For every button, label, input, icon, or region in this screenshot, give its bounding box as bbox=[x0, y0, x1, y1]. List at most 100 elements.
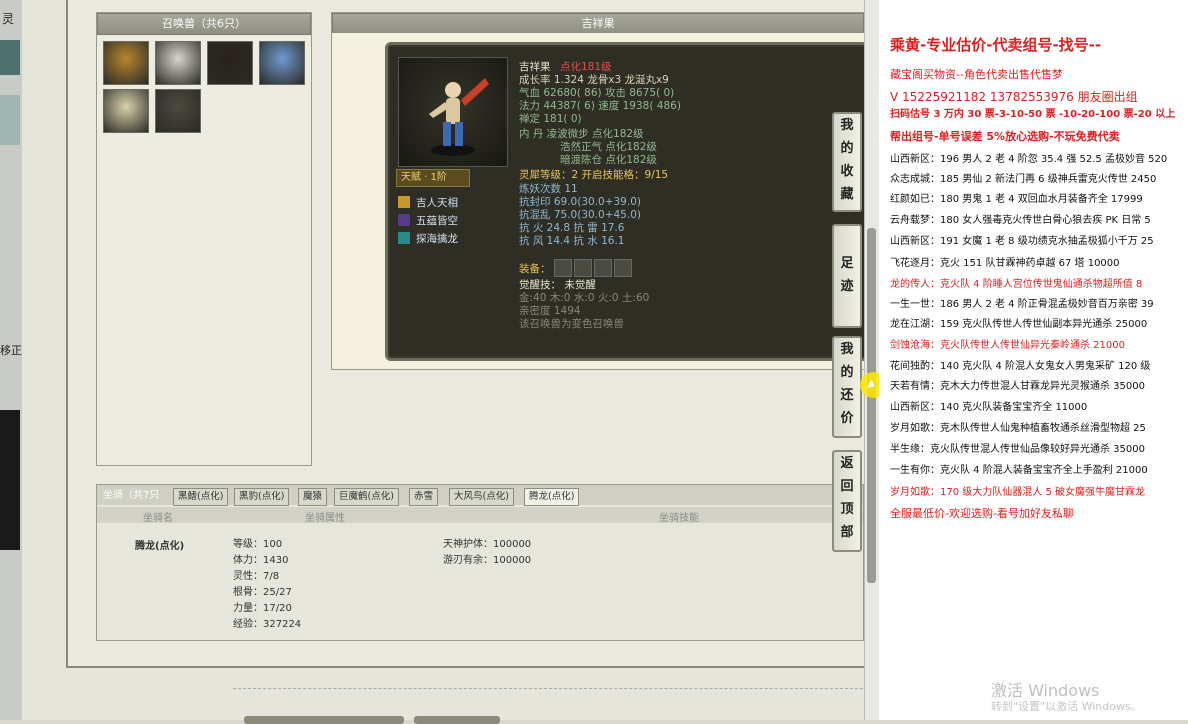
equip-slot[interactable] bbox=[614, 259, 632, 277]
strip-title: 灵 bbox=[2, 12, 15, 26]
mount-tab[interactable]: 黑豹(点化) bbox=[234, 488, 290, 506]
document-line: 龙在江湖：159 克火队传世人传世仙副本异光通杀 25000 bbox=[890, 319, 1148, 330]
footprint-button[interactable]: 足迹 bbox=[832, 224, 862, 328]
pet-mp-speed: 法力 44387( 6) 速度 1938( 486) bbox=[519, 100, 681, 112]
skill-icon bbox=[398, 232, 410, 244]
document-line: 帮出组号-单号误差 5%放心选购-不玩免费代卖 bbox=[890, 130, 1120, 143]
skill-item[interactable]: 五蕴皆空 bbox=[398, 213, 458, 228]
pet-portrait bbox=[398, 57, 508, 167]
intimacy: 亲密度 1494 bbox=[519, 305, 581, 317]
pet-info-card: 吉祥果 点化181级 成长率 1.324 龙骨x3 龙涎丸x9 气血 62680… bbox=[385, 42, 869, 361]
document-line: 龙的传人：克火队 4 阶睡人宫位传世鬼仙通杀物超所值 8 bbox=[890, 279, 1143, 290]
button-label: 我的还价 bbox=[840, 342, 854, 426]
document-line: 山西新区：196 男人 2 老 4 阶忽 35.4 强 52.5 孟极妙音 52… bbox=[890, 154, 1168, 165]
strip-dark-region bbox=[0, 410, 20, 550]
mount-tab[interactable]: 赤雪 bbox=[409, 488, 439, 506]
document-line: 剑蚀沧海：克火队传世人传世仙异光秦岭通杀 21000 bbox=[890, 340, 1125, 351]
pet-thumb[interactable] bbox=[155, 41, 201, 85]
document-line: 乘黄-专业估价-代卖组号-找号-- bbox=[890, 36, 1102, 54]
mount-tab[interactable]: 巨魔鹤(点化) bbox=[334, 488, 399, 506]
mount-name: 腾龙(点化) bbox=[135, 541, 185, 552]
pet-growth: 成长率 1.324 龙骨x3 龙涎丸x9 bbox=[519, 74, 669, 86]
left-window-strip: 灵 移正 bbox=[0, 0, 23, 720]
equip-label: 装备： bbox=[519, 263, 551, 275]
col-mount-skill: 坐骑技能 bbox=[659, 513, 699, 524]
pet-figure-icon bbox=[429, 78, 489, 156]
equip-slot[interactable] bbox=[554, 259, 572, 277]
mount-tab[interactable]: 大风鸟(点化) bbox=[449, 488, 514, 506]
divider bbox=[233, 688, 863, 690]
strip-label: 移正 bbox=[0, 344, 22, 357]
mount-count: 坐骑（共7只 bbox=[103, 490, 160, 501]
document-line: 云舟载梦：180 女人强毒克火传世白骨心狼去疾 PK 日常 5 bbox=[890, 215, 1151, 226]
pet-refine-count: 炼妖次数 11 bbox=[519, 183, 578, 195]
pet-neidan-3: 暗渡陈仓 点化182级 bbox=[560, 154, 657, 166]
pet-name: 吉祥果 bbox=[519, 61, 551, 73]
pet-list-title: 召唤兽（共6只） bbox=[97, 13, 311, 35]
document-line: 岁月如歌：170 级大力队仙器混人 5 破女魔强牛魔甘霖龙 bbox=[890, 487, 1145, 498]
pet-chan: 禅定 181( 0) bbox=[519, 113, 582, 125]
button-label: 返回顶部 bbox=[840, 456, 854, 540]
mount-tab-bar: 坐骑（共7只 黑鳍(点化) 黑豹(点化) 魔猿 巨魔鹤(点化) 赤雪 大风鸟(点… bbox=[97, 485, 863, 506]
scrollbar-thumb[interactable] bbox=[867, 228, 876, 583]
document-line: 山西新区：191 女魔 1 老 8 级功绩克水抽孟极狐小千万 25 bbox=[890, 236, 1154, 247]
document-line: 天若有情：克木大力传世混人甘霖龙异光灵猴通杀 35000 bbox=[890, 381, 1145, 392]
mount-stamina: 体力：1430 bbox=[233, 555, 289, 566]
my-counteroffer-button[interactable]: 我的还价 bbox=[832, 336, 862, 438]
document-line: 半生缘：克火队传世混人传世仙品像较好异光通杀 35000 bbox=[890, 444, 1145, 455]
pet-resist-seal: 抗封印 69.0(30.0+39.0) bbox=[519, 196, 641, 208]
mount-level: 等级：100 bbox=[233, 539, 283, 550]
awaken-skill: 觉醒技： 未觉醒 bbox=[519, 279, 596, 291]
document-line: V 15225921182 13782553976 朋友圈出组 bbox=[890, 90, 1138, 104]
text-document: 乘黄-专业估价-代卖组号-找号-- 藏宝阁买物资--角色代卖出售代售梦 V 1522… bbox=[879, 0, 1188, 720]
skill-item[interactable]: 吉人天相 bbox=[398, 195, 458, 210]
document-line: 飞花逐月：克火 151 队甘霖神药卓越 67 塔 10000 bbox=[890, 258, 1120, 269]
equip-slot[interactable] bbox=[574, 259, 592, 277]
pet-thumb[interactable] bbox=[103, 89, 149, 133]
button-label: 足迹 bbox=[840, 256, 854, 294]
bottom-button[interactable] bbox=[414, 716, 500, 724]
tianfu-badge[interactable]: 天赋 · 1阶 bbox=[396, 169, 470, 187]
mount-skill-2: 游刃有余：100000 bbox=[443, 555, 532, 566]
mount-tab-active[interactable]: 腾龙(点化) bbox=[524, 488, 580, 506]
document-line: 一生一世：186 男人 2 老 4 阶正骨混孟极妙音百万亲密 39 bbox=[890, 299, 1154, 310]
color-change-note: 该召唤兽为变色召唤兽 bbox=[519, 318, 624, 330]
pet-detail-title: 吉祥果 bbox=[332, 13, 864, 35]
mount-tab[interactable]: 魔猿 bbox=[298, 488, 328, 506]
mount-spirit: 灵性：7/8 bbox=[233, 571, 280, 582]
pet-rank: 点化181级 bbox=[560, 61, 612, 73]
skill-label: 探海擒龙 bbox=[416, 233, 458, 245]
pet-thumb[interactable] bbox=[207, 41, 253, 85]
mount-exp: 经验：327224 bbox=[233, 619, 302, 630]
document-line: 藏宝阁买物资--角色代卖出售代售梦 bbox=[890, 68, 1063, 81]
strip-tab[interactable] bbox=[0, 40, 20, 75]
equip-slots bbox=[554, 259, 632, 277]
mount-power: 力量：17/20 bbox=[233, 603, 292, 614]
activation-watermark-hint: 转到"设置"以激活 Windows。 bbox=[991, 700, 1142, 713]
pet-soul-level: 灵犀等级：2 开启技能格：9/15 bbox=[519, 169, 669, 181]
skill-label: 五蕴皆空 bbox=[416, 215, 458, 227]
equip-slot[interactable] bbox=[594, 259, 612, 277]
skill-item[interactable]: 探海擒龙 bbox=[398, 231, 458, 246]
pet-neidan-2: 浩然正气 点化182级 bbox=[560, 141, 657, 153]
pet-resist-wind-water: 抗 风 14.4 抗 水 16.1 bbox=[519, 235, 625, 247]
skill-icon bbox=[398, 196, 410, 208]
mount-panel: 坐骑（共7只 黑鳍(点化) 黑豹(点化) 魔猿 巨魔鹤(点化) 赤雪 大风鸟(点… bbox=[96, 484, 864, 641]
pet-resist-fire-thunder: 抗 火 24.8 抗 雷 17.6 bbox=[519, 222, 625, 234]
pet-neidan-1: 内 丹 凌波微步 点化182级 bbox=[519, 128, 644, 140]
pet-thumb[interactable] bbox=[259, 41, 305, 85]
col-mount-attr: 坐骑属性 bbox=[305, 513, 345, 524]
document-line: 花间独酌：140 克火队 4 阶混人女鬼女人男鬼采矿 120 级 bbox=[890, 361, 1151, 372]
document-line: 山西新区：140 克火队装备宝宝齐全 11000 bbox=[890, 402, 1088, 413]
back-to-top-button[interactable]: 返回顶部 bbox=[832, 450, 862, 552]
my-favorites-button[interactable]: 我的收藏 bbox=[832, 112, 862, 212]
pet-thumb[interactable] bbox=[103, 41, 149, 85]
vertical-scrollbar[interactable] bbox=[864, 0, 879, 720]
skill-label: 吉人天相 bbox=[416, 197, 458, 209]
mount-tab[interactable]: 黑鳍(点化) bbox=[173, 488, 229, 506]
bottom-button[interactable] bbox=[244, 716, 404, 724]
pet-resist-chaos: 抗混乱 75.0(30.0+45.0) bbox=[519, 209, 641, 221]
pet-thumb[interactable] bbox=[155, 89, 201, 133]
document-line: 众志成城：185 男仙 2 新法门再 6 级神兵雷克火传世 2450 bbox=[890, 174, 1157, 185]
mount-skill-1: 天神护体：100000 bbox=[443, 539, 532, 550]
